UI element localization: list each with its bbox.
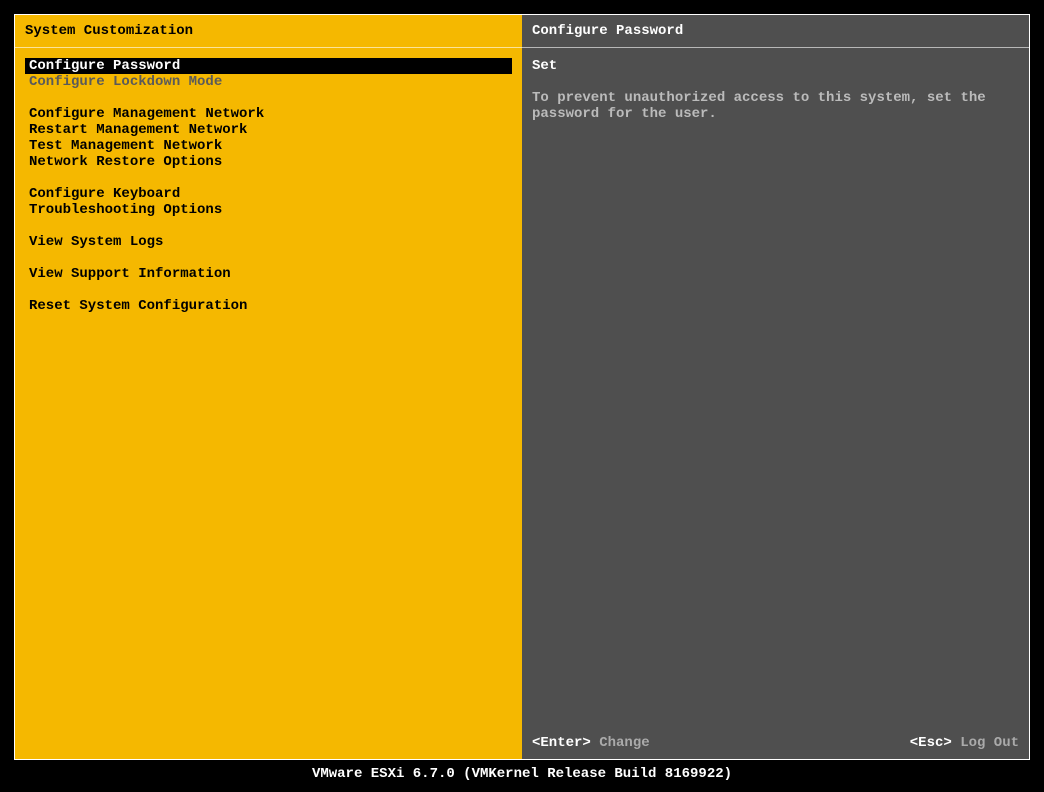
password-description: To prevent unauthorized access to this s… — [532, 90, 1019, 122]
menu-item-configure-password[interactable]: Configure Password — [25, 58, 512, 74]
menu-item-reset-system-configuration[interactable]: Reset System Configuration — [25, 298, 512, 314]
status-bar: VMware ESXi 6.7.0 (VMKernel Release Buil… — [0, 766, 1044, 782]
menu-item-configure-management-network[interactable]: Configure Management Network — [25, 106, 512, 122]
enter-action: Change — [599, 735, 649, 751]
menu-body: Configure Password Configure Lockdown Mo… — [15, 48, 522, 759]
key-hints: <Enter> Change <Esc> Log Out — [532, 735, 1019, 751]
right-panel: Configure Password Set To prevent unauth… — [522, 15, 1029, 759]
menu-item-view-system-logs[interactable]: View System Logs — [25, 234, 512, 250]
right-panel-title: Configure Password — [522, 15, 1029, 48]
esc-hint: <Esc> Log Out — [910, 735, 1019, 751]
menu-item-configure-lockdown-mode[interactable]: Configure Lockdown Mode — [25, 74, 512, 90]
main-frame: System Customization Configure Password … — [14, 14, 1030, 760]
menu-item-view-support-information[interactable]: View Support Information — [25, 266, 512, 282]
esc-action: Log Out — [960, 735, 1019, 751]
menu-item-configure-keyboard[interactable]: Configure Keyboard — [25, 186, 512, 202]
enter-hint: <Enter> Change — [532, 735, 650, 751]
esc-key-label: <Esc> — [910, 735, 952, 751]
menu-item-test-management-network[interactable]: Test Management Network — [25, 138, 512, 154]
menu-item-restart-management-network[interactable]: Restart Management Network — [25, 122, 512, 138]
detail-body: Set To prevent unauthorized access to th… — [522, 48, 1029, 759]
menu-item-troubleshooting-options[interactable]: Troubleshooting Options — [25, 202, 512, 218]
password-status: Set — [532, 58, 1019, 74]
enter-key-label: <Enter> — [532, 735, 591, 751]
menu-item-network-restore-options[interactable]: Network Restore Options — [25, 154, 512, 170]
left-panel-title: System Customization — [15, 15, 522, 48]
left-panel: System Customization Configure Password … — [15, 15, 522, 759]
